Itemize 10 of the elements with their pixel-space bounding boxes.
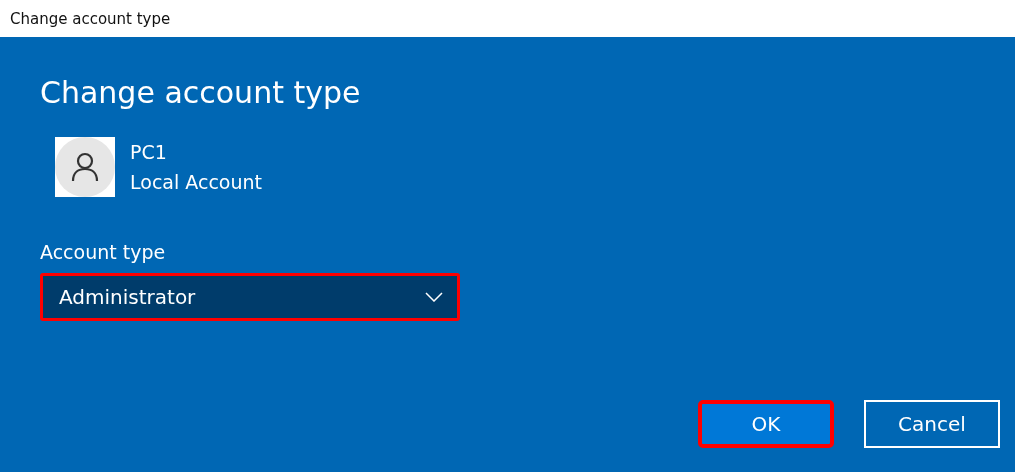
field-label: Account type (40, 240, 167, 265)
account-type-dropdown[interactable]: Administrator (40, 273, 460, 321)
ok-button[interactable]: OK (698, 400, 834, 448)
chevron-icon (425, 292, 443, 302)
dialog-heading: Change account type (40, 74, 362, 112)
cancel-button[interactable]: Cancel (864, 400, 1000, 448)
avatar-icon (55, 137, 115, 197)
window-title: Change account type (10, 9, 171, 28)
account-kind: Local Account (130, 170, 262, 195)
account-name: PC1 (130, 140, 168, 165)
